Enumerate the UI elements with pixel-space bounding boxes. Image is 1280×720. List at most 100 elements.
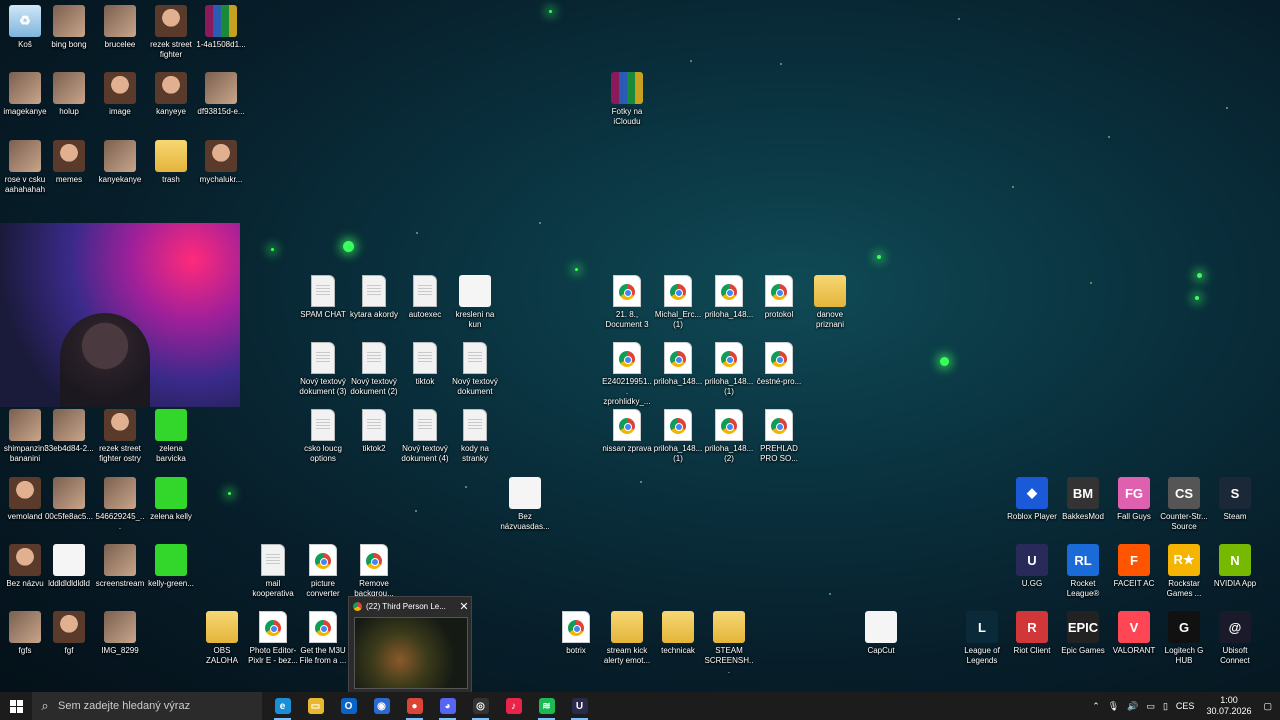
desktop-icon[interactable]: kelly-green... (146, 544, 196, 589)
desktop-icon[interactable]: priloha_148... (704, 275, 754, 320)
desktop-icon[interactable]: SPAM CHAT (298, 275, 348, 320)
desktop-icon[interactable]: Get the M3U File from a ... (298, 611, 348, 666)
desktop-icon[interactable]: mychalukr... (196, 140, 246, 185)
desktop-icon[interactable]: S Steam (1210, 477, 1260, 522)
desktop-icon[interactable]: Fotky na iCloudu (602, 72, 652, 127)
desktop-icon[interactable]: @ Ubisoft Connect (1210, 611, 1260, 666)
desktop-icon[interactable]: priloha_148... (653, 342, 703, 387)
desktop-icon[interactable]: protokol (754, 275, 804, 320)
clock[interactable]: 1:00 30.07.2026 (1206, 695, 1251, 717)
desktop-icon[interactable]: holup (44, 72, 94, 117)
desktop-icon[interactable]: fgfs (0, 611, 50, 656)
desktop-icon[interactable]: ♻ Koš (0, 5, 50, 50)
taskbar-app-button[interactable]: ◕ (431, 692, 464, 720)
desktop-icon[interactable]: N NVIDIA App (1210, 544, 1260, 589)
battery-icon[interactable]: ▯ (1163, 701, 1168, 712)
desktop-icon[interactable]: vemoland (0, 477, 50, 522)
desktop-icon[interactable]: Nový textový dokument (3) (298, 342, 348, 397)
desktop-icon[interactable]: R Riot Client (1007, 611, 1057, 656)
desktop-icon[interactable]: OBS ZALOHA (197, 611, 247, 666)
desktop-icon[interactable]: botrix (551, 611, 601, 656)
desktop-icon[interactable]: zelena kelly (146, 477, 196, 522)
desktop-icon[interactable]: image (95, 72, 145, 117)
desktop-icon[interactable]: Photo Editor- Pixlr E - bez... (248, 611, 298, 666)
taskbar-app-button[interactable]: ◉ (365, 692, 398, 720)
microphone-icon[interactable]: 🎙 (1108, 701, 1119, 712)
taskbar-app-button[interactable]: ◎ (464, 692, 497, 720)
desktop-icon[interactable]: Bez názvuasdas... (500, 477, 550, 532)
tray-chevron-icon[interactable]: ⌃ (1092, 701, 1100, 712)
taskbar-app-button[interactable]: ≋ (530, 692, 563, 720)
desktop-icon[interactable]: bing bong (44, 5, 94, 50)
desktop-icon[interactable]: CapCut (856, 611, 906, 656)
notifications-icon[interactable]: ▢ (1263, 701, 1272, 712)
desktop-icon[interactable]: Michal_Erc... (1) (653, 275, 703, 330)
desktop-icon[interactable]: BM BakkesMod (1058, 477, 1108, 522)
desktop-icon[interactable]: IMG_8299 (95, 611, 145, 656)
desktop-icon[interactable]: priloha_148... (1) (653, 409, 703, 464)
desktop-icon[interactable]: rose v csku aahahahah (0, 140, 50, 195)
desktop-icon[interactable]: 33eb4d84-2... (44, 409, 94, 454)
taskbar-app-button[interactable]: ♪ (497, 692, 530, 720)
desktop-icon[interactable]: kanyeye (146, 72, 196, 117)
desktop-icon[interactable]: brucelee (95, 5, 145, 50)
desktop-icon[interactable]: ◆ Roblox Player (1007, 477, 1057, 522)
desktop-icon[interactable]: lddldldldldld (44, 544, 94, 589)
desktop-icon[interactable]: 21. 8., Document 3 (602, 275, 652, 330)
desktop-icon[interactable]: E240219951... zprohlidky_... (602, 342, 652, 407)
desktop-icon[interactable]: Remove backgrou... (349, 544, 399, 599)
desktop-icon[interactable]: F FACEIT AC (1109, 544, 1159, 589)
desktop-icon[interactable]: nissan zprava (602, 409, 652, 454)
taskbar-app-button[interactable]: ● (398, 692, 431, 720)
desktop-icon[interactable]: rezek street fighter ostry (95, 409, 145, 464)
desktop-icon[interactable]: V VALORANT (1109, 611, 1159, 656)
desktop-icon[interactable]: Nový textový dokument (2) (349, 342, 399, 397)
volume-icon[interactable]: 🔊 (1127, 701, 1138, 712)
desktop-icon[interactable]: rezek street fighter (146, 5, 196, 60)
taskbar-window-preview[interactable]: (22) Third Person Le... ✕ (348, 596, 472, 694)
desktop-icon[interactable]: kody na stranky (450, 409, 500, 464)
desktop-icon[interactable]: danove priznani (805, 275, 855, 330)
desktop-icon[interactable]: stream kick alerty emot... (602, 611, 652, 666)
desktop-icon[interactable]: FG Fall Guys (1109, 477, 1159, 522)
desktop-icon[interactable]: tiktok (400, 342, 450, 387)
taskbar-app-button[interactable]: e (266, 692, 299, 720)
desktop-icon[interactable]: autoexec (400, 275, 450, 320)
desktop-icon[interactable]: mail kooperativa (248, 544, 298, 599)
language-indicator[interactable]: CES (1176, 701, 1195, 711)
desktop-icon[interactable]: U U.GG (1007, 544, 1057, 589)
desktop-icon[interactable]: Nový textový dokument (4) (400, 409, 450, 464)
desktop-icon[interactable]: G Logitech G HUB (1159, 611, 1209, 666)
desktop-icon[interactable]: tiktok2 (349, 409, 399, 454)
desktop-icon[interactable]: priloha_148... (1) (704, 342, 754, 397)
desktop-icon[interactable]: screenstream (95, 544, 145, 589)
desktop-icon[interactable]: RL Rocket League® (1058, 544, 1108, 599)
desktop-icon[interactable]: CS Counter-Str... Source (1159, 477, 1209, 532)
desktop-icon[interactable]: kanyekanye (95, 140, 145, 185)
desktop-icon[interactable]: Bez názvu (0, 544, 50, 589)
preview-thumbnail[interactable] (354, 617, 468, 689)
network-icon[interactable]: ▭ (1146, 701, 1155, 712)
desktop-icon[interactable]: Nový textový dokument (450, 342, 500, 397)
desktop-icon[interactable]: R★ Rockstar Games ... (1159, 544, 1209, 599)
desktop-icon[interactable]: L League of Legends (957, 611, 1007, 666)
desktop-icon[interactable]: memes (44, 140, 94, 185)
desktop-icon[interactable]: 1-4a1508d1... (196, 5, 246, 50)
taskbar-search-box[interactable]: ⌕ Sem zadejte hledaný výraz (32, 692, 262, 720)
desktop-icon[interactable]: 546629245_... (95, 477, 145, 532)
desktop-icon[interactable]: kresleni na kun (450, 275, 500, 330)
taskbar-app-button[interactable]: U (563, 692, 596, 720)
taskbar-app-button[interactable]: ▭ (299, 692, 332, 720)
preview-close-icon[interactable]: ✕ (457, 600, 471, 613)
desktop-icon[interactable]: df93815d-e... (196, 72, 246, 117)
desktop-icon[interactable]: fgf (44, 611, 94, 656)
desktop-icon[interactable]: shimpanzini bananini (0, 409, 50, 464)
taskbar-app-button[interactable]: O (332, 692, 365, 720)
desktop-icon[interactable]: technicak (653, 611, 703, 656)
desktop-icon[interactable]: PREHLAD PRO SO... (754, 409, 804, 464)
desktop-icon[interactable]: čestné-pro... (754, 342, 804, 387)
desktop-icon[interactable]: zelena barvicka (146, 409, 196, 464)
desktop-icon[interactable]: priloha_148... (2) (704, 409, 754, 464)
desktop-icon[interactable]: 00c5fe8ac5... (44, 477, 94, 522)
desktop-icon[interactable]: STEAM SCREENSH... (704, 611, 754, 676)
